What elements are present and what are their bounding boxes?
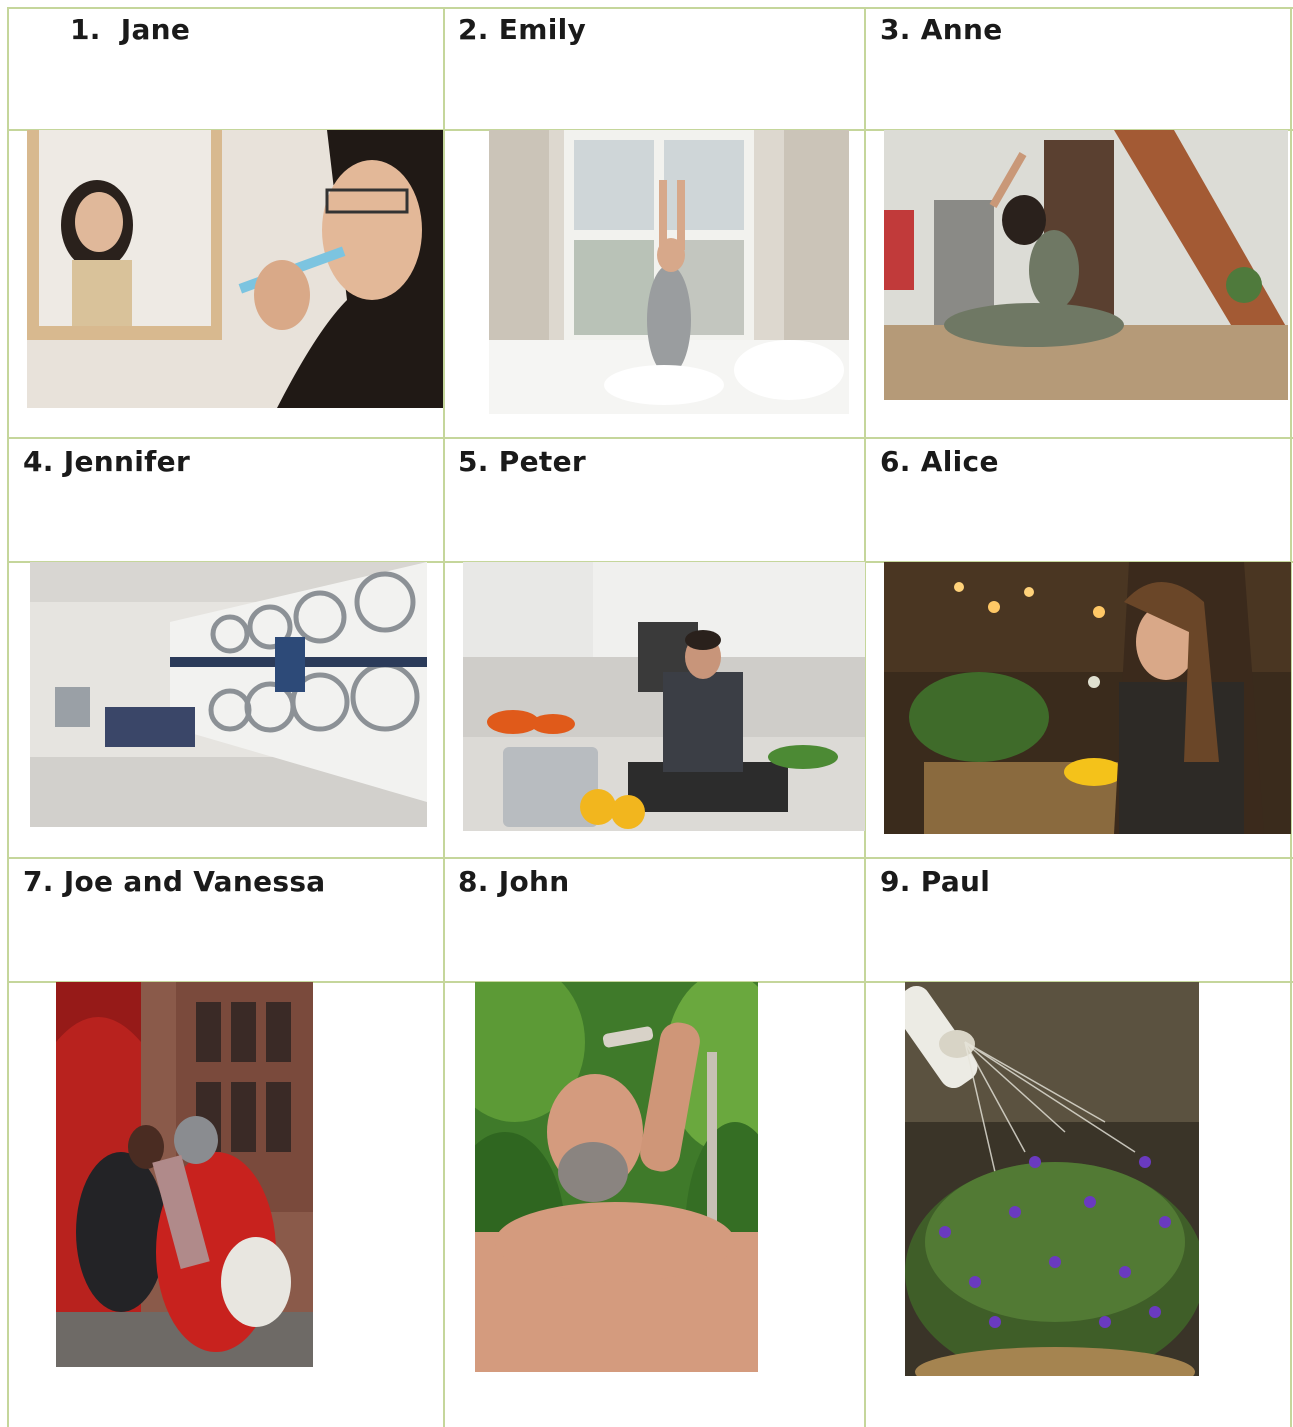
laundromat-washing-machines-photo bbox=[30, 562, 427, 827]
label-name: Alice bbox=[920, 445, 999, 478]
photo-peter bbox=[463, 562, 865, 831]
label-number: 9. bbox=[880, 865, 911, 898]
label-name: Anne bbox=[920, 13, 1003, 46]
label-name: Jane bbox=[120, 13, 191, 46]
label-alice: 6. Alice bbox=[880, 448, 999, 476]
woman-doing-yoga-photo bbox=[884, 130, 1288, 400]
photo-anne bbox=[884, 130, 1288, 400]
label-number: 8. bbox=[458, 865, 489, 898]
label-name: Joe and Vanessa bbox=[63, 865, 326, 898]
woman-brushing-teeth-photo bbox=[27, 130, 443, 408]
label-paul: 9. Paul bbox=[880, 868, 990, 896]
photo-alice bbox=[884, 562, 1291, 834]
label-emily: 2. Emily bbox=[458, 16, 586, 44]
label-jane: 1. Jane bbox=[70, 16, 190, 44]
label-name: Peter bbox=[498, 445, 586, 478]
photo-emily bbox=[489, 130, 849, 414]
label-anne: 3. Anne bbox=[880, 16, 1003, 44]
label-number: 6. bbox=[880, 445, 911, 478]
woman-stretching-in-bed-photo bbox=[489, 130, 849, 414]
photo-paul bbox=[905, 982, 1199, 1376]
table-border bbox=[7, 7, 9, 1427]
couple-walking-on-street-photo bbox=[56, 982, 313, 1367]
label-jennifer: 4. Jennifer bbox=[23, 448, 190, 476]
label-name: John bbox=[498, 865, 570, 898]
label-john: 8. John bbox=[458, 868, 570, 896]
table-border bbox=[443, 7, 445, 1427]
label-name: Emily bbox=[498, 13, 587, 46]
label-number: 1. bbox=[70, 13, 101, 46]
label-joe-and-vanessa: 7. Joe and Vanessa bbox=[23, 868, 326, 896]
label-number: 3. bbox=[880, 13, 911, 46]
table-border bbox=[7, 857, 1293, 859]
label-number: 7. bbox=[23, 865, 54, 898]
photo-jane bbox=[27, 130, 443, 408]
label-number: 5. bbox=[458, 445, 489, 478]
photo-john bbox=[475, 982, 758, 1372]
label-peter: 5. Peter bbox=[458, 448, 586, 476]
watering-flowers-photo bbox=[905, 982, 1199, 1376]
photo-joe-and-vanessa bbox=[56, 982, 313, 1367]
label-number: 4. bbox=[23, 445, 54, 478]
label-name: Paul bbox=[920, 865, 991, 898]
photo-jennifer bbox=[30, 562, 427, 827]
woman-eating-at-restaurant-photo bbox=[884, 562, 1291, 834]
man-taking-outdoor-shower-photo bbox=[475, 982, 758, 1372]
table-border bbox=[7, 7, 1293, 9]
man-cooking-in-kitchen-photo bbox=[463, 562, 865, 831]
label-name: Jennifer bbox=[63, 445, 191, 478]
table-border bbox=[7, 437, 1293, 439]
label-number: 2. bbox=[458, 13, 489, 46]
